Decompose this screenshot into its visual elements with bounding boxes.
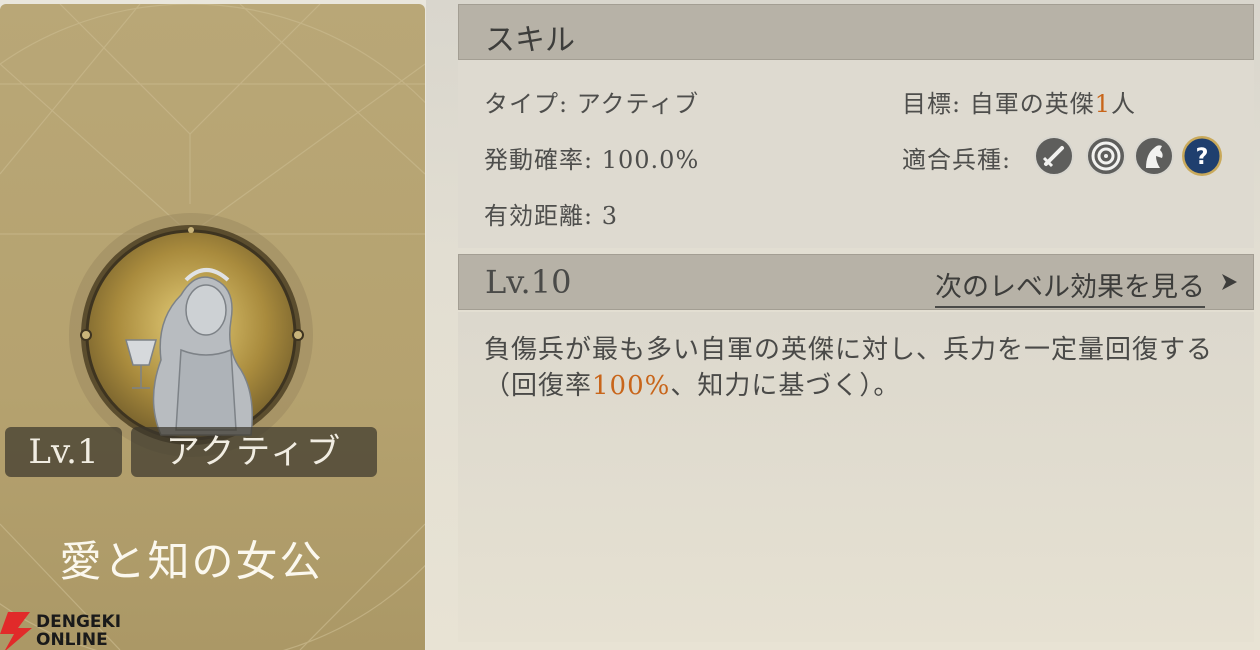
skill-type-badge: アクティブ bbox=[131, 427, 377, 477]
target-suffix: 人 bbox=[1111, 90, 1137, 118]
svg-text:?: ? bbox=[1196, 145, 1209, 170]
logo-text-line1: DENGEKI bbox=[36, 612, 122, 632]
dengeki-online-logo: DENGEKI ONLINE bbox=[0, 610, 130, 650]
skill-level-badge: Lv.1 bbox=[5, 427, 122, 477]
type-row: タイプ: アクティブ bbox=[484, 84, 699, 119]
chevron-right-icon[interactable] bbox=[1219, 272, 1239, 292]
skill-description: 負傷兵が最も多い自軍の英傑に対し、兵力を一定量回復する（回復率100%、知力に基… bbox=[484, 332, 1244, 404]
description-value: 100% bbox=[592, 371, 671, 401]
sword-icon[interactable] bbox=[1034, 136, 1074, 176]
description-text-end: 、知力に基づく）。 bbox=[670, 371, 901, 401]
range-value: 3 bbox=[601, 202, 619, 230]
question-icon[interactable]: ? bbox=[1182, 136, 1222, 176]
chance-row: 発動確率: 100.0% bbox=[484, 140, 699, 175]
next-level-link[interactable]: 次のレベル効果を見る bbox=[935, 265, 1205, 308]
skill-portrait bbox=[69, 213, 313, 457]
lightning-bolt-logo-icon bbox=[0, 612, 32, 650]
skill-card: Lv.1 アクティブ 愛と知の女公 DENGEKI ONLINE bbox=[0, 4, 425, 650]
skill-section-title: スキル bbox=[485, 23, 575, 58]
chance-value: 100.0% bbox=[601, 146, 700, 174]
target-label: 目標: bbox=[902, 90, 962, 118]
target-row: 目標: 自軍の英傑1人 bbox=[902, 84, 1136, 119]
units-row: 適合兵種: bbox=[902, 140, 1011, 175]
type-value: アクティブ bbox=[576, 90, 700, 118]
description-box: 負傷兵が最も多い自軍の英傑に対し、兵力を一定量回復する（回復率100%、知力に基… bbox=[458, 312, 1254, 642]
target-count: 1 bbox=[1094, 90, 1112, 118]
range-label: 有効距離: bbox=[484, 202, 594, 230]
skill-name: 愛と知の女公 bbox=[59, 537, 324, 586]
chance-label: 発動確率: bbox=[484, 146, 594, 174]
type-label: タイプ: bbox=[484, 90, 569, 118]
logo-text-line2: ONLINE bbox=[36, 630, 108, 650]
units-label: 適合兵種: bbox=[902, 146, 1012, 174]
skill-section-header: スキル bbox=[458, 4, 1254, 60]
level-title: Lv.10 bbox=[485, 263, 572, 301]
target-prefix: 自軍の英傑 bbox=[969, 90, 1095, 118]
target-icon[interactable] bbox=[1086, 136, 1126, 176]
horse-icon[interactable] bbox=[1134, 136, 1174, 176]
range-row: 有効距離: 3 bbox=[484, 196, 618, 231]
level-section-header: Lv.10 次のレベル効果を見る bbox=[458, 254, 1254, 310]
